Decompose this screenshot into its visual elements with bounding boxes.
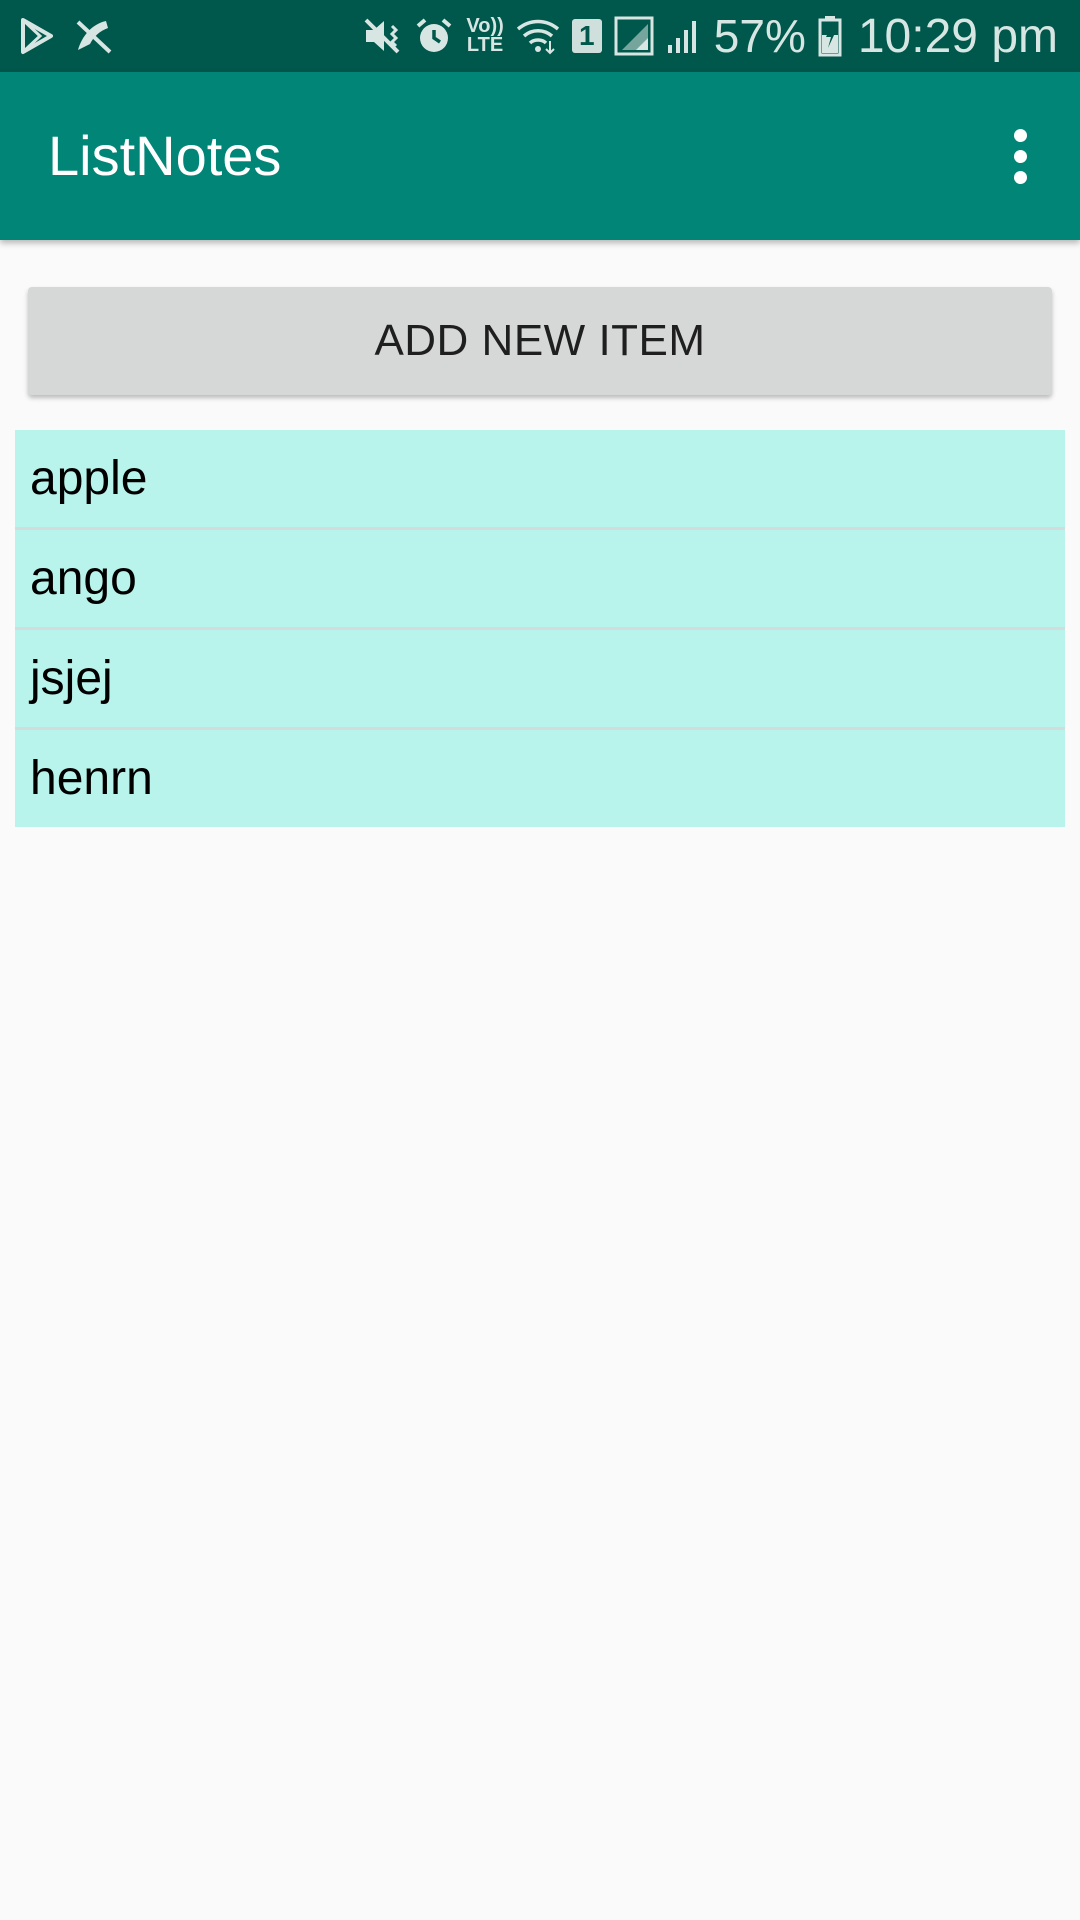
app-bar: ListNotes	[0, 72, 1080, 240]
overflow-dot	[1013, 149, 1027, 163]
volte-icon: Vo)) LTE	[466, 16, 504, 56]
play-store-icon	[20, 17, 54, 55]
missed-call-muted-icon	[72, 16, 114, 56]
list-item-label: apple	[30, 452, 148, 505]
status-bar-left	[20, 14, 114, 58]
battery-charging-icon	[818, 15, 842, 57]
status-bar: Vo)) LTE 1 57% 10:29 pm	[0, 0, 1080, 72]
list-item[interactable]: apple	[15, 430, 1065, 530]
app-title: ListNotes	[48, 124, 282, 187]
signal-1-icon	[614, 16, 654, 56]
volte-bottom-label: LTE	[466, 34, 504, 56]
list-item-label: ango	[30, 552, 137, 605]
signal-2-icon	[666, 17, 702, 55]
list-item-label: henrn	[30, 752, 153, 805]
list-item-label: jsjej	[30, 652, 113, 705]
overflow-dot	[1013, 170, 1027, 184]
status-bar-right: Vo)) LTE 1 57% 10:29 pm	[362, 0, 1058, 72]
list-item[interactable]: ango	[15, 530, 1065, 630]
vibrate-mute-icon	[362, 16, 402, 56]
add-new-item-button[interactable]: ADD NEW ITEM	[28, 287, 1052, 395]
sim-1-icon: 1	[571, 19, 602, 53]
status-time: 10:29 pm	[857, 9, 1058, 63]
overflow-dot	[1013, 128, 1027, 142]
overflow-menu-icon[interactable]	[990, 126, 1050, 186]
battery-percent: 57%	[713, 10, 806, 62]
notes-list: apple ango jsjej henrn	[15, 430, 1065, 827]
list-item[interactable]: henrn	[15, 730, 1065, 827]
list-item[interactable]: jsjej	[15, 630, 1065, 730]
wifi-icon	[516, 17, 560, 55]
alarm-icon	[414, 16, 454, 56]
